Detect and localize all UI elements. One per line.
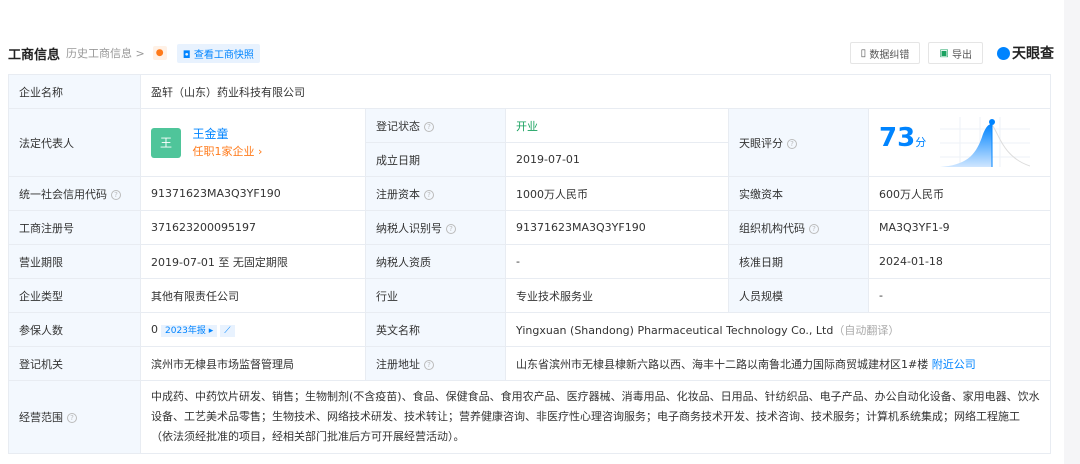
score-distribution-chart <box>939 116 1030 167</box>
help-icon[interactable]: ? <box>111 189 121 200</box>
credit-value: 91371623MA3Q3YF190 <box>140 176 366 211</box>
insured-value: 0 <box>151 323 158 336</box>
legal-rep-name[interactable]: 王金童 <box>193 126 263 143</box>
help-icon[interactable]: ? <box>446 223 456 234</box>
cell-label: 登记机关 <box>8 346 141 381</box>
cell-label: 企业名称 <box>8 74 141 109</box>
company-name: 盈轩（山东）药业科技有限公司 <box>140 74 1051 109</box>
correct-label: 数据纠错 <box>869 49 910 61</box>
address-value: 山东省滨州市无棣县棣新六路以西、海丰十二路以南鲁北通力国际商贸城建材区1#楼 <box>516 357 929 371</box>
cell-label: 注册资本? <box>365 176 506 211</box>
legal-rep: 王 王金童 任职1家企业 › <box>140 108 366 177</box>
help-icon[interactable]: ? <box>424 359 434 370</box>
trend-chart-icon[interactable]: ⟋ <box>220 325 235 337</box>
industry-value: 专业技术服务业 <box>505 278 729 313</box>
help-icon[interactable]: ? <box>424 121 434 132</box>
score-unit: 分 <box>915 135 927 149</box>
table-row: 登记机关 滨州市无棣县市场监督管理局 注册地址? 山东省滨州市无棣县棣新六路以西… <box>8 346 1051 381</box>
cell-label: 企业类型 <box>8 278 141 313</box>
score-value: 73 <box>879 122 916 153</box>
label-text: 纳税人识别号 <box>376 221 442 235</box>
english-name-cell: Yingxuan (Shandong) Pharmaceutical Techn… <box>505 312 1051 347</box>
cell-label: 天眼评分? <box>728 108 869 177</box>
help-icon[interactable]: ? <box>809 223 819 234</box>
table-row: 工商注册号 371623200095197 纳税人识别号? 91371623MA… <box>8 210 1051 245</box>
label-text: 注册地址 <box>376 357 420 371</box>
help-icon[interactable]: ? <box>424 189 434 200</box>
cell-label: 统一社会信用代码? <box>8 176 141 211</box>
label-text: 注册资本 <box>376 187 420 201</box>
table-row: 法定代表人 王 王金童 任职1家企业 › 登记状态? 开业 天眼评分? 73分 <box>8 108 1051 177</box>
cell-label: 核准日期 <box>728 244 869 279</box>
cell-label: 登记状态? <box>365 108 506 143</box>
camera-icon: ◘ <box>182 49 194 61</box>
cell-label: 法定代表人 <box>8 108 141 177</box>
authority-value: 滨州市无棣县市场监督管理局 <box>140 346 366 381</box>
cell-label: 经营范围? <box>8 380 141 454</box>
english-name: Yingxuan (Shandong) Pharmaceutical Techn… <box>516 323 834 337</box>
reg-value: 371623200095197 <box>140 210 366 245</box>
cell-label: 工商注册号 <box>8 210 141 245</box>
label-text: 经营范围 <box>19 411 63 424</box>
edit-icon: ▯ <box>860 47 870 59</box>
capital-value: 1000万人民币 <box>505 176 729 211</box>
help-icon[interactable]: ? <box>787 138 797 149</box>
logo-text: 天眼查 <box>1012 46 1054 62</box>
cell-label: 纳税人资质 <box>365 244 506 279</box>
cell-label: 实缴资本 <box>728 176 869 211</box>
cell-label: 英文名称 <box>365 312 506 347</box>
type-value: 其他有限责任公司 <box>140 278 366 313</box>
paid-value: 600万人民币 <box>868 176 1051 211</box>
cell-label: 成立日期 <box>365 142 506 177</box>
label-text: 天眼评分 <box>739 136 783 150</box>
scrollbar[interactable] <box>1064 0 1080 464</box>
taxq-value: - <box>505 244 729 279</box>
score-cell[interactable]: 73分 <box>868 108 1051 177</box>
nearby-companies-link[interactable]: 附近公司 <box>932 358 976 371</box>
bell-icon[interactable]: ● <box>152 46 167 60</box>
tianyancha-logo: 天眼查 <box>997 43 1054 63</box>
cell-label: 纳税人识别号? <box>365 210 506 245</box>
export-label: 导出 <box>952 49 972 61</box>
label-text: 登记状态 <box>376 119 420 133</box>
correct-button[interactable]: ▯ 数据纠错 <box>849 42 921 64</box>
history-link[interactable]: 历史工商信息 > <box>66 45 145 61</box>
table-row: 企业类型 其他有限责任公司 行业 专业技术服务业 人员规模 - <box>8 278 1051 313</box>
cell-label: 行业 <box>365 278 506 313</box>
snapshot-button[interactable]: ◘ 查看工商快照 <box>176 43 260 63</box>
help-icon[interactable]: ? <box>67 413 77 423</box>
term-value: 2019-07-01 至 无固定期限 <box>140 244 366 279</box>
cell-label: 参保人数 <box>8 312 141 347</box>
snapshot-label: 查看工商快照 <box>193 49 254 61</box>
legal-rep-jobs[interactable]: 任职1家企业 › <box>193 143 263 160</box>
status-value: 开业 <box>505 108 729 143</box>
cell-label: 注册地址? <box>365 346 506 381</box>
address-cell: 山东省滨州市无棣县棣新六路以西、海丰十二路以南鲁北通力国际商贸城建材区1#楼 附… <box>505 346 1051 381</box>
insured-cell: 0 2023年报 ▸ ⟋ <box>140 312 366 347</box>
cell-label: 人员规模 <box>728 278 869 313</box>
table-row: 统一社会信用代码? 91371623MA3Q3YF190 注册资本? 1000万… <box>8 176 1051 211</box>
approve-value: 2024-01-18 <box>868 244 1051 279</box>
annual-report-link[interactable]: 2023年报 ▸ <box>161 325 218 337</box>
cell-label: 组织机构代码? <box>728 210 869 245</box>
export-button[interactable]: ▣ 导出 <box>928 42 983 64</box>
table-row: 参保人数 0 2023年报 ▸ ⟋ 英文名称 Yingxuan (Shandong)… <box>8 312 1051 347</box>
business-info-table: 企业名称 盈轩（山东）药业科技有限公司 法定代表人 王 王金童 任职1家企业 ›… <box>8 74 1051 454</box>
table-row: 经营范围? 中成药、中药饮片研发、销售；生物制剂(不含疫苗)、食品、保健食品、食… <box>8 380 1051 454</box>
section-title: 工商信息 <box>8 47 61 63</box>
excel-icon: ▣ <box>939 47 952 59</box>
founded-value: 2019-07-01 <box>505 142 729 177</box>
label-text: 统一社会信用代码 <box>19 187 107 201</box>
cell-label: 营业期限 <box>8 244 141 279</box>
auto-translate-note: （自动翻译） <box>833 323 900 337</box>
org-value: MA3Q3YF1-9 <box>868 210 1051 245</box>
table-row: 企业名称 盈轩（山东）药业科技有限公司 <box>8 74 1051 109</box>
staff-value: - <box>868 278 1051 313</box>
label-text: 组织机构代码 <box>739 221 805 235</box>
tax-value: 91371623MA3Q3YF190 <box>505 210 729 245</box>
section-header: 工商信息 历史工商信息 > ● ◘ 查看工商快照 ▯ 数据纠错 ▣ 导出 天眼查 <box>8 42 1054 64</box>
table-row: 营业期限 2019-07-01 至 无固定期限 纳税人资质 - 核准日期 202… <box>8 244 1051 279</box>
business-scope: 中成药、中药饮片研发、销售；生物制剂(不含疫苗)、食品、保健食品、食用农产品、医… <box>140 380 1051 454</box>
avatar: 王 <box>151 127 181 158</box>
